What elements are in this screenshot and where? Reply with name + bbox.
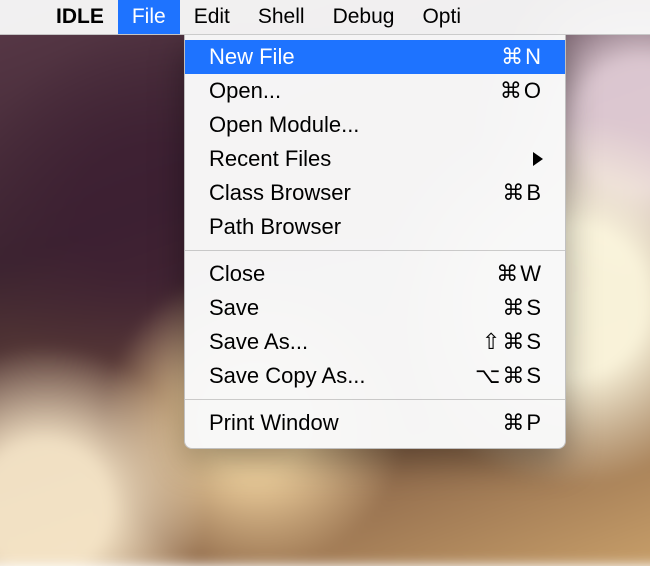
menuitem-shortcut: ⌘S	[453, 295, 543, 321]
menuitem-print-window[interactable]: Print Window⌘P	[185, 406, 565, 440]
menuitem-new-file[interactable]: New File⌘N	[185, 40, 565, 74]
menuitem-class-browser[interactable]: Class Browser⌘B	[185, 176, 565, 210]
menuitem-label: Recent Files	[209, 146, 533, 172]
menuitem-close[interactable]: Close⌘W	[185, 257, 565, 291]
menu-shell[interactable]: Shell	[244, 0, 319, 34]
menuitem-label: Save As...	[209, 329, 453, 355]
menuitem-shortcut: ⇧⌘S	[453, 329, 543, 355]
submenu-arrow-icon	[533, 152, 543, 166]
app-name[interactable]: IDLE	[42, 0, 118, 34]
menu-file[interactable]: File	[118, 0, 180, 34]
menuitem-label: New File	[209, 44, 453, 70]
menuitem-shortcut: ⌘O	[453, 78, 543, 104]
file-menu-dropdown: New File⌘NOpen...⌘OOpen Module...Recent …	[184, 34, 566, 449]
menuitem-label: Open...	[209, 78, 453, 104]
menubar: IDLE FileEditShellDebugOpti	[0, 0, 650, 35]
menu-opti[interactable]: Opti	[408, 0, 475, 34]
menu-separator	[185, 250, 565, 251]
menuitem-shortcut: ⌥⌘S	[453, 363, 543, 389]
menuitem-label: Class Browser	[209, 180, 453, 206]
menuitem-open[interactable]: Open...⌘O	[185, 74, 565, 108]
menuitem-path-browser[interactable]: Path Browser	[185, 210, 565, 244]
menuitem-save-as[interactable]: Save As...⇧⌘S	[185, 325, 565, 359]
menuitem-shortcut: ⌘W	[453, 261, 543, 287]
menuitem-label: Path Browser	[209, 214, 543, 240]
menuitem-save-copy-as[interactable]: Save Copy As...⌥⌘S	[185, 359, 565, 393]
menuitem-open-module[interactable]: Open Module...	[185, 108, 565, 142]
menu-edit[interactable]: Edit	[180, 0, 244, 34]
menuitem-shortcut: ⌘P	[453, 410, 543, 436]
menu-debug[interactable]: Debug	[319, 0, 409, 34]
menuitem-label: Save Copy As...	[209, 363, 453, 389]
menuitem-label: Close	[209, 261, 453, 287]
menuitem-label: Save	[209, 295, 453, 321]
menuitem-shortcut: ⌘N	[453, 44, 543, 70]
menuitem-save[interactable]: Save⌘S	[185, 291, 565, 325]
menuitem-label: Print Window	[209, 410, 453, 436]
menuitem-shortcut: ⌘B	[453, 180, 543, 206]
menuitem-label: Open Module...	[209, 112, 543, 138]
menu-separator	[185, 399, 565, 400]
menuitem-recent-files[interactable]: Recent Files	[185, 142, 565, 176]
